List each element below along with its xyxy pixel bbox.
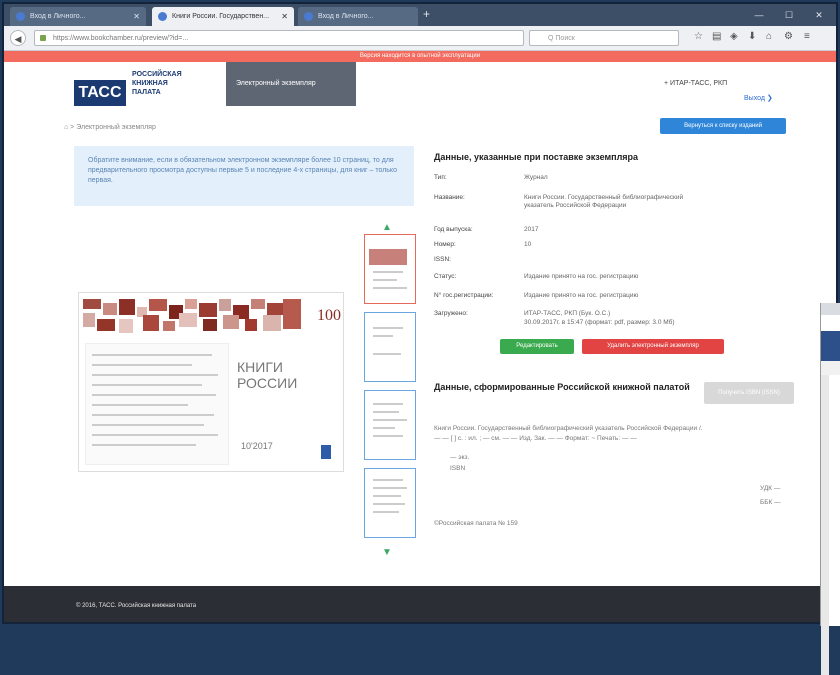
back-to-list-button[interactable]: Вернуться к списку изданий	[660, 118, 786, 134]
user-name: + ИТАР-ТАСС, РКП	[664, 80, 728, 87]
tab-login-2[interactable]: Вход в Личного...	[298, 7, 418, 26]
copyright-note: ©Российская палата № 159	[434, 520, 518, 527]
close-tab-icon[interactable]: ✕	[133, 7, 140, 26]
document-preview[interactable]: 100 КНИГИ РОССИИ 10'2017	[78, 292, 344, 472]
upload-detail: 30.09.2017г. в 15:47 (формат: pdf, разме…	[524, 319, 675, 326]
tab-title: Вход в Личного...	[318, 13, 374, 20]
field-label: Номер:	[434, 241, 456, 248]
field-value: Книги России. Государственный библиограф…	[524, 194, 684, 209]
navigation-bar: ◀ https://www.bookchamber.ru/preview/?id…	[4, 26, 836, 51]
background-window-sidebar	[821, 375, 829, 675]
back-arrow-icon[interactable]: ◀	[10, 30, 26, 46]
cover-table	[85, 343, 229, 465]
menu-icon[interactable]: ≡	[804, 31, 810, 42]
tab-bar: Вход в Личного... ✕ Книги России. Госуда…	[4, 4, 836, 26]
field-label: Год выпуска:	[434, 226, 473, 233]
logout-link[interactable]: Выход ❯	[744, 94, 773, 102]
page-thumbnail[interactable]	[364, 234, 416, 304]
field-label: N° гос.регистрации:	[434, 292, 494, 299]
logo-line: РОССИЙСКАЯ	[132, 71, 182, 78]
star-icon[interactable]: ☆	[694, 31, 703, 42]
pocket-icon[interactable]: ◈	[730, 31, 738, 42]
site-footer: © 2016, ТАСС. Российская книжная палата	[4, 586, 836, 622]
url-bar[interactable]: https://www.bookchamber.ru/preview/?id=.…	[34, 30, 524, 46]
home-icon[interactable]: ⌂	[64, 124, 68, 131]
delete-copy-button[interactable]: Удалить электронный экземпляр	[582, 339, 724, 354]
maximize-icon[interactable]: ☐	[774, 4, 804, 26]
cover-title-line: КНИГИ	[237, 359, 283, 375]
logout-label: Выход	[744, 95, 765, 102]
search-placeholder: Q Поиск	[548, 35, 575, 42]
logo-subtitle: РОССИЙСКАЯ КНИЖНАЯ ПАЛАТА	[132, 70, 182, 97]
page-thumbnail[interactable]	[364, 390, 416, 460]
cover-title: КНИГИ РОССИИ	[237, 359, 297, 391]
tab-favicon-icon	[16, 12, 25, 21]
background-window[interactable]	[820, 303, 840, 675]
field-label: Статус:	[434, 273, 457, 280]
notice-box: Обратите внимание, если в обязательном э…	[74, 146, 414, 206]
field-value: ИТАР-ТАСС, РКП (Бук. О.С.)	[524, 310, 611, 317]
breadcrumb: ⌂ > Электронный экземпляр	[64, 124, 156, 131]
cover-issue: 10'2017	[241, 441, 273, 451]
bib-line: — экз.	[450, 454, 470, 461]
chevron-down-icon[interactable]: ▼	[382, 547, 392, 558]
search-input[interactable]: Q Поиск	[529, 30, 679, 46]
page-thumbnail[interactable]	[364, 468, 416, 538]
tass-logo[interactable]: ТАСС	[74, 80, 126, 106]
tab-title: Книги России. Государствен...	[172, 13, 270, 20]
field-value: 2017	[524, 226, 539, 233]
cover-mosaic	[83, 299, 303, 339]
udk-value: УДК —	[760, 485, 781, 492]
browser-window: Вход в Личного... ✕ Книги России. Госуда…	[4, 4, 836, 622]
background-window-header	[821, 331, 840, 361]
download-icon[interactable]: ⬇	[748, 31, 756, 42]
library-icon[interactable]: ▤	[712, 31, 721, 42]
logo-line: КНИЖНАЯ	[132, 80, 168, 87]
field-label: Тип:	[434, 174, 447, 181]
edit-button[interactable]: Редактировать	[500, 339, 574, 354]
tab-favicon-icon	[158, 12, 167, 21]
breadcrumb-item: Электронный экземпляр	[76, 124, 156, 131]
field-value: Журнал	[524, 174, 548, 181]
lock-icon	[40, 35, 46, 41]
bbk-value: ББК —	[760, 499, 781, 506]
get-isbn-button[interactable]: Получить ISBN (ISSN)	[704, 382, 794, 404]
background-window-menu	[821, 361, 840, 375]
url-text: https://www.bookchamber.ru/preview/?id=.…	[53, 35, 189, 42]
tab-favicon-icon	[304, 12, 313, 21]
close-window-icon[interactable]: ✕	[804, 4, 834, 26]
minimize-icon[interactable]: —	[744, 4, 774, 26]
tab-books-russia[interactable]: Книги России. Государствен... ✕	[152, 7, 294, 26]
bib-line: Книги России. Государственный библиограф…	[434, 425, 703, 432]
home-icon[interactable]: ⌂	[766, 31, 772, 42]
bib-line: — — [ ] с. : ил. ; — см. — — Изд. Зак. —…	[434, 435, 637, 442]
site-header: ТАСС РОССИЙСКАЯ КНИЖНАЯ ПАЛАТА Электронн…	[4, 62, 836, 112]
new-tab-icon[interactable]: +	[423, 7, 430, 21]
background-window-titlebar	[821, 303, 840, 315]
logout-arrow-icon: ❯	[766, 95, 773, 102]
close-tab-icon[interactable]: ✕	[281, 7, 288, 26]
publisher-logo	[321, 445, 331, 459]
page-thumbnail[interactable]	[364, 312, 416, 382]
field-value: Издание принято на гос. регистрацию	[524, 273, 639, 280]
trial-banner: Версия находится в опытной эксплуатации	[4, 51, 836, 62]
bib-line: ISBN	[450, 465, 466, 472]
nav-electronic-copy[interactable]: Электронный экземпляр	[226, 62, 356, 106]
tab-login[interactable]: Вход в Личного... ✕	[10, 7, 146, 26]
field-label: Название:	[434, 194, 465, 201]
formed-heading: Данные, сформированные Российской книжно…	[434, 382, 690, 392]
chevron-up-icon[interactable]: ▲	[382, 222, 392, 233]
field-value: Издание принято на гос. регистрацию	[524, 292, 639, 299]
delivery-heading: Данные, указанные при поставке экземпляр…	[434, 152, 639, 162]
tab-title: Вход в Личного...	[30, 13, 86, 20]
field-label: Загружено:	[434, 310, 468, 317]
field-value: 10	[524, 241, 532, 248]
sync-icon[interactable]: ⚙	[784, 31, 793, 42]
cover-title-line: РОССИИ	[237, 375, 298, 391]
field-label: ISSN:	[434, 256, 451, 263]
anniversary-badge: 100	[317, 307, 341, 324]
logo-line: ПАЛАТА	[132, 89, 161, 96]
